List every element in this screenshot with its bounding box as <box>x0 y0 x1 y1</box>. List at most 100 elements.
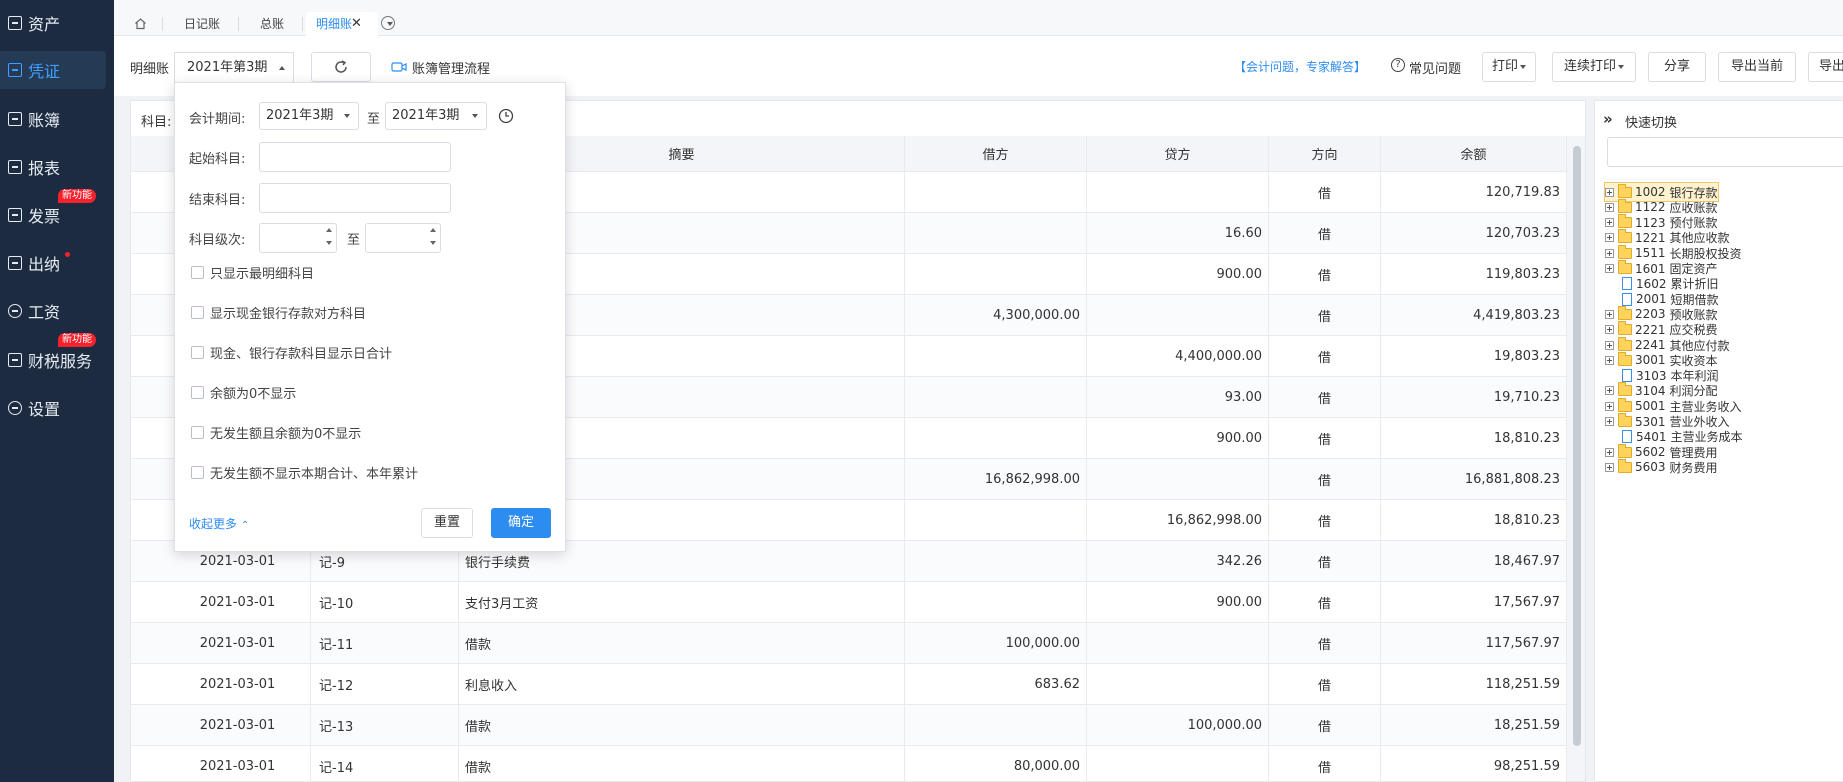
tab-detail-ledger[interactable]: 明细账 <box>306 12 379 36</box>
tab-journal[interactable]: 日记账 <box>174 12 230 36</box>
tree-item-5603[interactable]: 5603 财务费用 <box>1605 458 1718 476</box>
table-row[interactable]: 2021-03-01 记-10 支付3月工资 900.00 借 17,567.97 <box>131 582 1567 623</box>
checkbox[interactable] <box>191 306 204 319</box>
chevron-down-icon[interactable] <box>381 16 395 30</box>
table-row[interactable]: 2021-03-01 记-14 借款 80,000.00 借 98,251.59 <box>131 746 1567 781</box>
tree-item-code: 1511 <box>1635 246 1666 261</box>
help-icon: ? <box>1391 58 1405 72</box>
expand-icon[interactable] <box>1605 248 1614 258</box>
option-hide-zero-balance[interactable]: 余额为0不显示 <box>191 383 296 402</box>
checkbox[interactable] <box>191 266 204 279</box>
expand-icon[interactable] <box>1605 309 1614 319</box>
cell-balance: 18,467.97 <box>1381 541 1567 581</box>
collapse-more-link[interactable]: 收起更多 ⌃ <box>189 515 249 532</box>
level-to-label: 至 <box>347 233 361 248</box>
confirm-button[interactable]: 确定 <box>491 508 551 538</box>
folder-icon <box>1618 443 1632 458</box>
continuous-print-button[interactable]: 连续打印 <box>1552 52 1636 82</box>
tab-general-ledger[interactable]: 总账 <box>250 12 294 36</box>
expand-icon[interactable] <box>1605 187 1614 197</box>
sidebar-item-books[interactable]: 账簿 <box>0 100 106 138</box>
expand-icon[interactable] <box>1605 462 1614 472</box>
end-subject-input[interactable] <box>259 183 451 213</box>
expert-link[interactable]: 【会计问题，专家解答】 <box>1234 58 1366 75</box>
expand-icon[interactable] <box>1605 401 1614 411</box>
sidebar-item-label: 报表 <box>28 159 61 178</box>
refresh-button[interactable] <box>311 52 371 82</box>
home-icon[interactable] <box>134 17 147 30</box>
tree-item-code: 3104 <box>1635 383 1666 398</box>
cell-credit: 342.26 <box>1087 541 1269 581</box>
expand-icon[interactable] <box>1605 340 1614 350</box>
stepper-arrows[interactable] <box>428 226 438 250</box>
table-row[interactable]: 2021-03-01 记-11 借款 100,000.00 借 117,567.97 <box>131 623 1567 664</box>
cell-credit <box>1087 664 1269 704</box>
sidebar-item-settings[interactable]: 设置 <box>0 389 106 427</box>
checkbox[interactable] <box>191 346 204 359</box>
vertical-scrollbar[interactable] <box>1567 136 1585 781</box>
sidebar-item-salary[interactable]: 工资 <box>0 292 106 330</box>
cell-direction: 借 <box>1269 623 1381 663</box>
scrollbar-thumb[interactable] <box>1573 146 1581 746</box>
expand-icon[interactable] <box>1605 264 1614 273</box>
cell-direction: 借 <box>1269 172 1381 212</box>
tree-item-code: 1002 <box>1635 185 1666 199</box>
assets-icon <box>8 16 22 30</box>
sidebar-item-reports[interactable]: 报表 <box>0 148 106 186</box>
expand-panel-icon[interactable]: » <box>1603 110 1613 128</box>
expand-icon[interactable] <box>1605 417 1614 426</box>
faq-link[interactable]: 常见问题 <box>1409 58 1461 77</box>
cell-direction: 借 <box>1269 254 1381 294</box>
print-button[interactable]: 打印 <box>1482 52 1536 82</box>
checkbox[interactable] <box>191 426 204 439</box>
option-show-counter-subject[interactable]: 显示现金银行存款对方科目 <box>191 303 366 322</box>
cell-summary: 支付3月工资 <box>459 582 905 622</box>
period-to-select[interactable]: 2021年3期 <box>385 102 487 130</box>
cell-credit <box>1087 746 1269 781</box>
close-tab-icon[interactable]: ✕ <box>351 16 362 31</box>
level-to-stepper[interactable] <box>365 223 441 253</box>
cell-debit <box>905 172 1087 212</box>
tree-item-code: 5401 <box>1636 429 1667 444</box>
cell-direction: 借 <box>1269 664 1381 704</box>
period-from-select[interactable]: 2021年3期 <box>259 102 359 130</box>
level-from-stepper[interactable] <box>259 223 337 253</box>
share-button[interactable]: 分享 <box>1648 52 1706 82</box>
option-hide-no-activity-zero[interactable]: 无发生额且余额为0不显示 <box>191 423 361 442</box>
tax-service-icon <box>8 353 22 367</box>
process-link[interactable]: 账簿管理流程 <box>412 58 490 77</box>
cell-debit: 683.62 <box>905 664 1087 704</box>
stepper-arrows[interactable] <box>324 226 334 250</box>
expand-icon[interactable] <box>1605 355 1614 365</box>
period-from-value: 2021年3期 <box>266 108 334 123</box>
header-credit: 贷方 <box>1087 136 1269 171</box>
cell-date: 2021-03-01 <box>131 746 311 781</box>
option-daily-total[interactable]: 现金、银行存款科目显示日合计 <box>191 343 392 362</box>
expand-icon[interactable] <box>1605 386 1614 396</box>
sidebar-item-cashier[interactable]: 出纳 <box>0 244 106 282</box>
file-icon <box>1622 369 1632 383</box>
option-hide-period-totals[interactable]: 无发生额不显示本期合计、本年累计 <box>191 463 418 482</box>
folder-icon <box>1618 244 1632 259</box>
expand-icon[interactable] <box>1605 447 1614 457</box>
sidebar-item-assets[interactable]: 资产 <box>0 4 106 42</box>
option-only-detail-subjects[interactable]: 只显示最明细科目 <box>191 263 314 282</box>
checkbox[interactable] <box>191 466 204 479</box>
clock-icon[interactable] <box>498 108 514 124</box>
sidebar-item-voucher[interactable]: 凭证 <box>0 51 106 89</box>
expand-icon[interactable] <box>1605 233 1614 243</box>
quick-switch-search-input[interactable] <box>1607 137 1843 167</box>
start-subject-input[interactable] <box>259 142 451 172</box>
table-row[interactable]: 2021-03-01 记-12 利息收入 683.62 借 118,251.59 <box>131 664 1567 705</box>
checkbox[interactable] <box>191 386 204 399</box>
expand-icon[interactable] <box>1605 202 1614 212</box>
export-button[interactable]: 导出 <box>1808 52 1843 82</box>
period-select[interactable]: 2021年第3期 <box>174 52 294 82</box>
reset-button[interactable]: 重置 <box>421 508 473 538</box>
expand-icon[interactable] <box>1605 325 1614 335</box>
cell-credit <box>1087 623 1269 663</box>
expand-icon[interactable] <box>1605 218 1614 228</box>
table-row[interactable]: 2021-03-01 记-13 借款 100,000.00 借 18,251.59 <box>131 705 1567 746</box>
cell-voucher: 记-14 <box>311 746 459 781</box>
export-current-button[interactable]: 导出当前 <box>1718 52 1796 82</box>
